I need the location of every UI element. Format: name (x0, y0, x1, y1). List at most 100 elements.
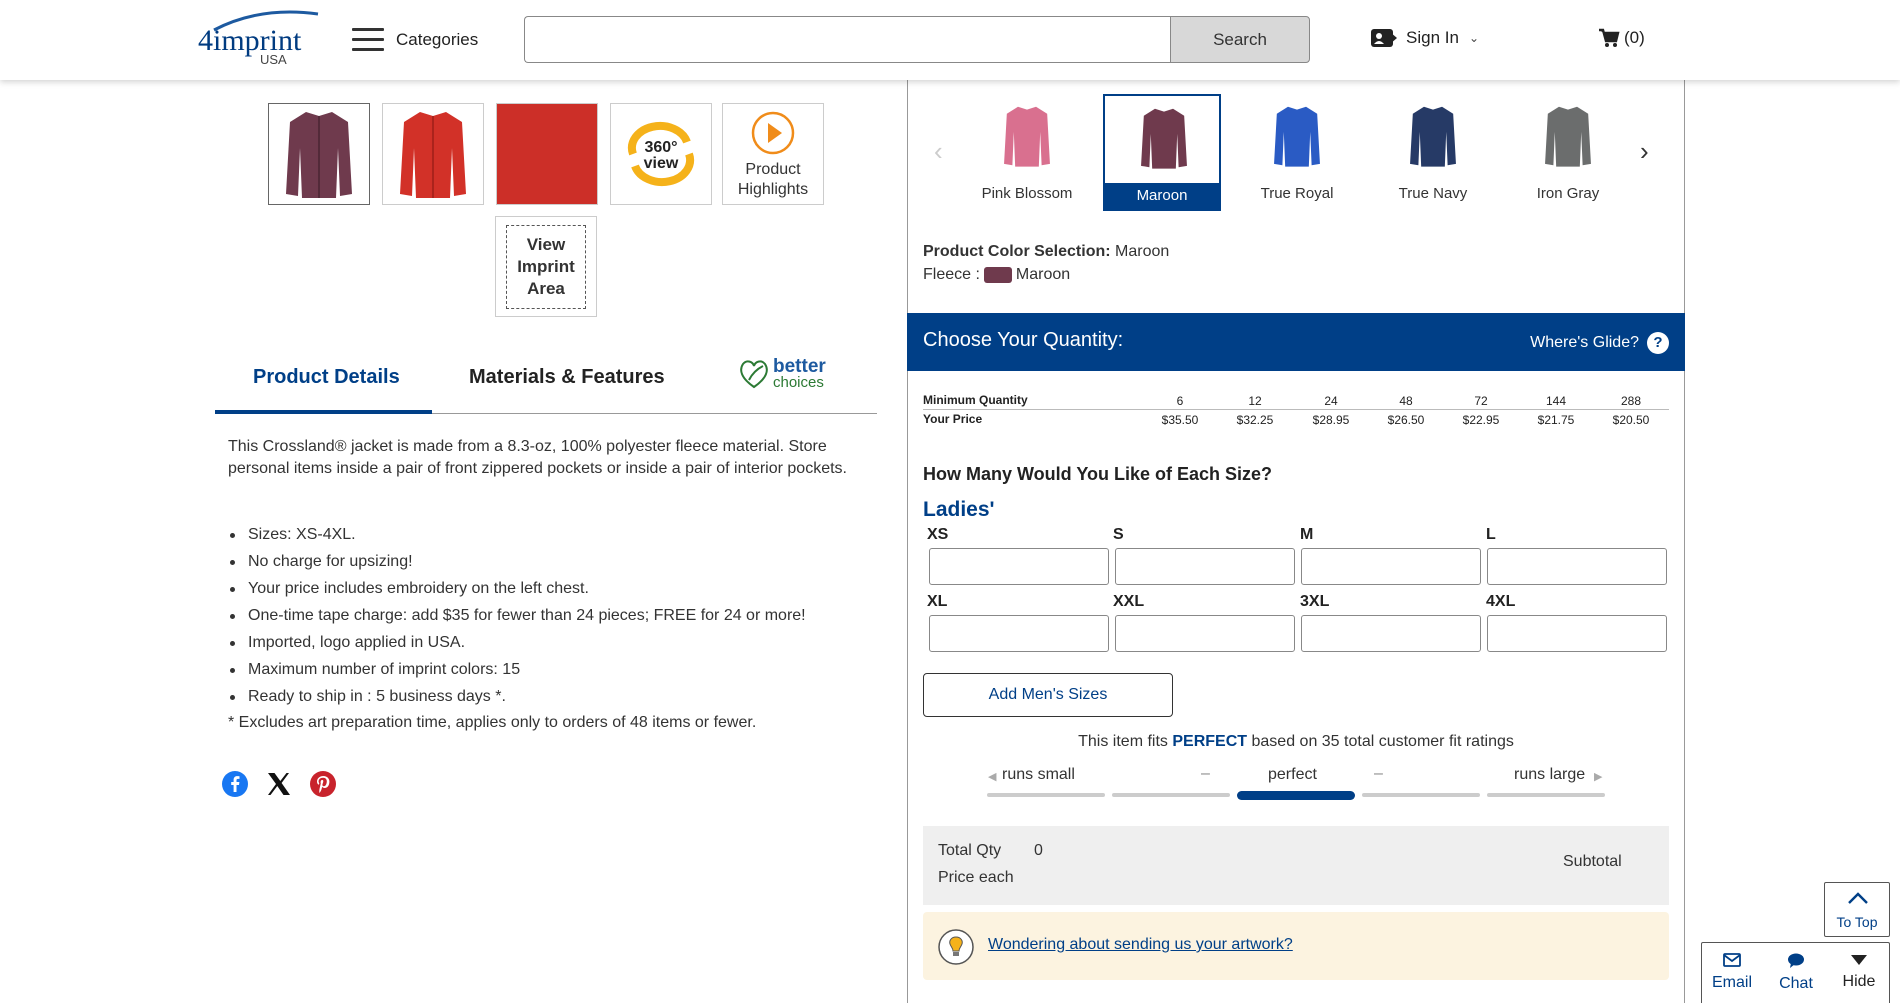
logo[interactable]: 4imprint USA (198, 10, 322, 70)
color-swatch-true-navy[interactable]: True Navy (1374, 94, 1492, 211)
size-question: How Many Would You Like of Each Size? (923, 464, 1273, 484)
fit-runs-large-label: runs large (1514, 766, 1586, 783)
size-label-4xl: 4XL (1486, 593, 1516, 610)
total-qty-value: 0 (1034, 842, 1043, 859)
size-s-input[interactable] (1115, 548, 1295, 585)
size-label-l: L (1486, 526, 1496, 543)
size-xs-input[interactable] (929, 548, 1109, 585)
jacket-image (1141, 108, 1187, 169)
search-button[interactable]: Search (1170, 16, 1310, 63)
jacket-image (286, 112, 352, 198)
size-m-input[interactable] (1301, 548, 1481, 585)
size-label-3xl: 3XL (1300, 593, 1330, 610)
quantity-header: Choose Your Quantity: Where's Glide? ? (907, 313, 1685, 371)
product-description: This Crossland® jacket is made from a 8.… (228, 438, 847, 477)
hide-label: Hide (1842, 973, 1876, 990)
jacket-image (400, 112, 466, 198)
active-tab-underline (215, 410, 432, 414)
color-swatch-pink-blossom[interactable]: Pink Blossom (968, 94, 1086, 211)
email-label: Email (1711, 974, 1752, 991)
thumbnail-product-highlights[interactable]: Product Highlights (722, 103, 824, 205)
view-imprint-area-button[interactable]: View Imprint Area (495, 216, 597, 317)
list-item: Maximum number of imprint colors: 15 (228, 659, 888, 686)
price-cell: $21.75 (1537, 413, 1575, 427)
cart-link[interactable]: (0) (1598, 28, 1645, 48)
list-item: Ready to ship in : 5 business days *. (228, 686, 888, 713)
tab-materials-features[interactable]: Materials & Features (469, 366, 665, 389)
menu-icon[interactable] (352, 28, 384, 52)
thumbnail-fabric-swatch[interactable] (496, 103, 598, 205)
facebook-icon[interactable] (221, 770, 249, 798)
x-twitter-icon[interactable] (265, 770, 293, 798)
caret-down-icon (1851, 955, 1867, 965)
svg-text:360°: 360° (644, 139, 677, 156)
hide-widget-button[interactable]: Hide (1829, 953, 1889, 991)
cart-icon (1599, 28, 1620, 47)
color-next-arrow-icon[interactable]: › (1640, 136, 1649, 167)
size-l-input[interactable] (1487, 548, 1667, 585)
your-price-label: Your Price (923, 412, 983, 426)
size-xxl-input[interactable] (1115, 615, 1295, 652)
list-item: Sizes: XS-4XL. (228, 524, 888, 551)
color-swatch-iron-gray[interactable]: Iron Gray (1509, 94, 1627, 211)
list-item: No charge for upsizing! (228, 551, 888, 578)
chat-label: Chat (1779, 975, 1813, 992)
size-label-xxl: XXL (1113, 593, 1145, 610)
fit-segment (1487, 793, 1605, 797)
fit-segment (1362, 793, 1480, 797)
qty-break: 72 (1474, 394, 1488, 408)
add-mens-sizes-button[interactable]: Add Men's Sizes (923, 673, 1173, 717)
jacket-image (1274, 106, 1320, 167)
wheres-glide-link[interactable]: Where's Glide? ? (1530, 332, 1669, 354)
envelope-icon (1723, 953, 1741, 967)
size-4xl-input[interactable] (1487, 615, 1667, 652)
svg-text:view: view (644, 155, 679, 172)
chevron-up-icon (1848, 892, 1868, 904)
search-input[interactable] (524, 16, 1170, 63)
fit-segment (987, 793, 1105, 797)
fleece-color-chip (983, 267, 1012, 283)
categories-link[interactable]: Categories (396, 30, 478, 50)
artwork-help-link[interactable]: Wondering about sending us your artwork? (988, 936, 1293, 954)
list-item: Imported, logo applied in USA. (228, 632, 888, 659)
caret-left-icon: ◀ (988, 771, 997, 783)
price-cell: $28.95 (1312, 413, 1350, 427)
table-row: Your Price $35.50 $32.25 $28.95 $26.50 $… (923, 410, 1669, 429)
jacket-image (1410, 106, 1456, 167)
fleece-label: Fleece : (923, 266, 980, 283)
thumbnail-maroon-jacket[interactable] (268, 103, 370, 205)
cart-count: (0) (1624, 28, 1645, 47)
size-label-m: M (1300, 526, 1314, 543)
account-icon (1371, 29, 1397, 47)
email-button[interactable]: Email (1702, 953, 1762, 992)
thumbnail-360-view[interactable]: 360° view (610, 103, 712, 205)
color-prev-arrow-icon[interactable]: ‹ (934, 136, 943, 167)
order-totals: Total Qty 0 Price each Subtotal (923, 826, 1669, 905)
chat-button[interactable]: Chat (1766, 953, 1826, 993)
price-cell: $22.95 (1462, 413, 1500, 427)
logo-country: USA (260, 52, 287, 67)
qty-break: 144 (1545, 394, 1567, 408)
qty-break: 12 (1248, 394, 1262, 408)
fit-perfect-label: perfect (1268, 766, 1317, 783)
thumbnail-red-jacket[interactable] (382, 103, 484, 205)
product-tabs: Product Details Materials & Features bet… (215, 340, 877, 414)
tab-product-details[interactable]: Product Details (253, 366, 400, 389)
fit-separator: – (1201, 765, 1210, 782)
size-3xl-input[interactable] (1301, 615, 1481, 652)
size-xl-input[interactable] (929, 615, 1109, 652)
wheres-glide-label: Where's Glide? (1530, 334, 1639, 351)
product-color-selection: Product Color Selection: Maroon (923, 243, 1169, 261)
list-item: Your price includes embroidery on the le… (228, 578, 888, 605)
better-choices-logo[interactable]: better choices (737, 354, 847, 394)
pinterest-icon[interactable] (309, 770, 337, 798)
chevron-down-icon: ⌄ (1468, 31, 1479, 45)
color-swatch-true-royal[interactable]: True Royal (1238, 94, 1356, 211)
size-label-xl: XL (927, 593, 948, 610)
qty-break: 24 (1324, 394, 1338, 408)
color-selection-label: Product Color Selection: (923, 243, 1111, 260)
to-top-button[interactable]: To Top (1824, 882, 1890, 937)
color-swatch-maroon[interactable]: Maroon (1103, 94, 1221, 211)
sign-in-menu[interactable]: Sign In ⌄ (1370, 28, 1479, 48)
subtotal-label: Subtotal (1563, 853, 1622, 870)
